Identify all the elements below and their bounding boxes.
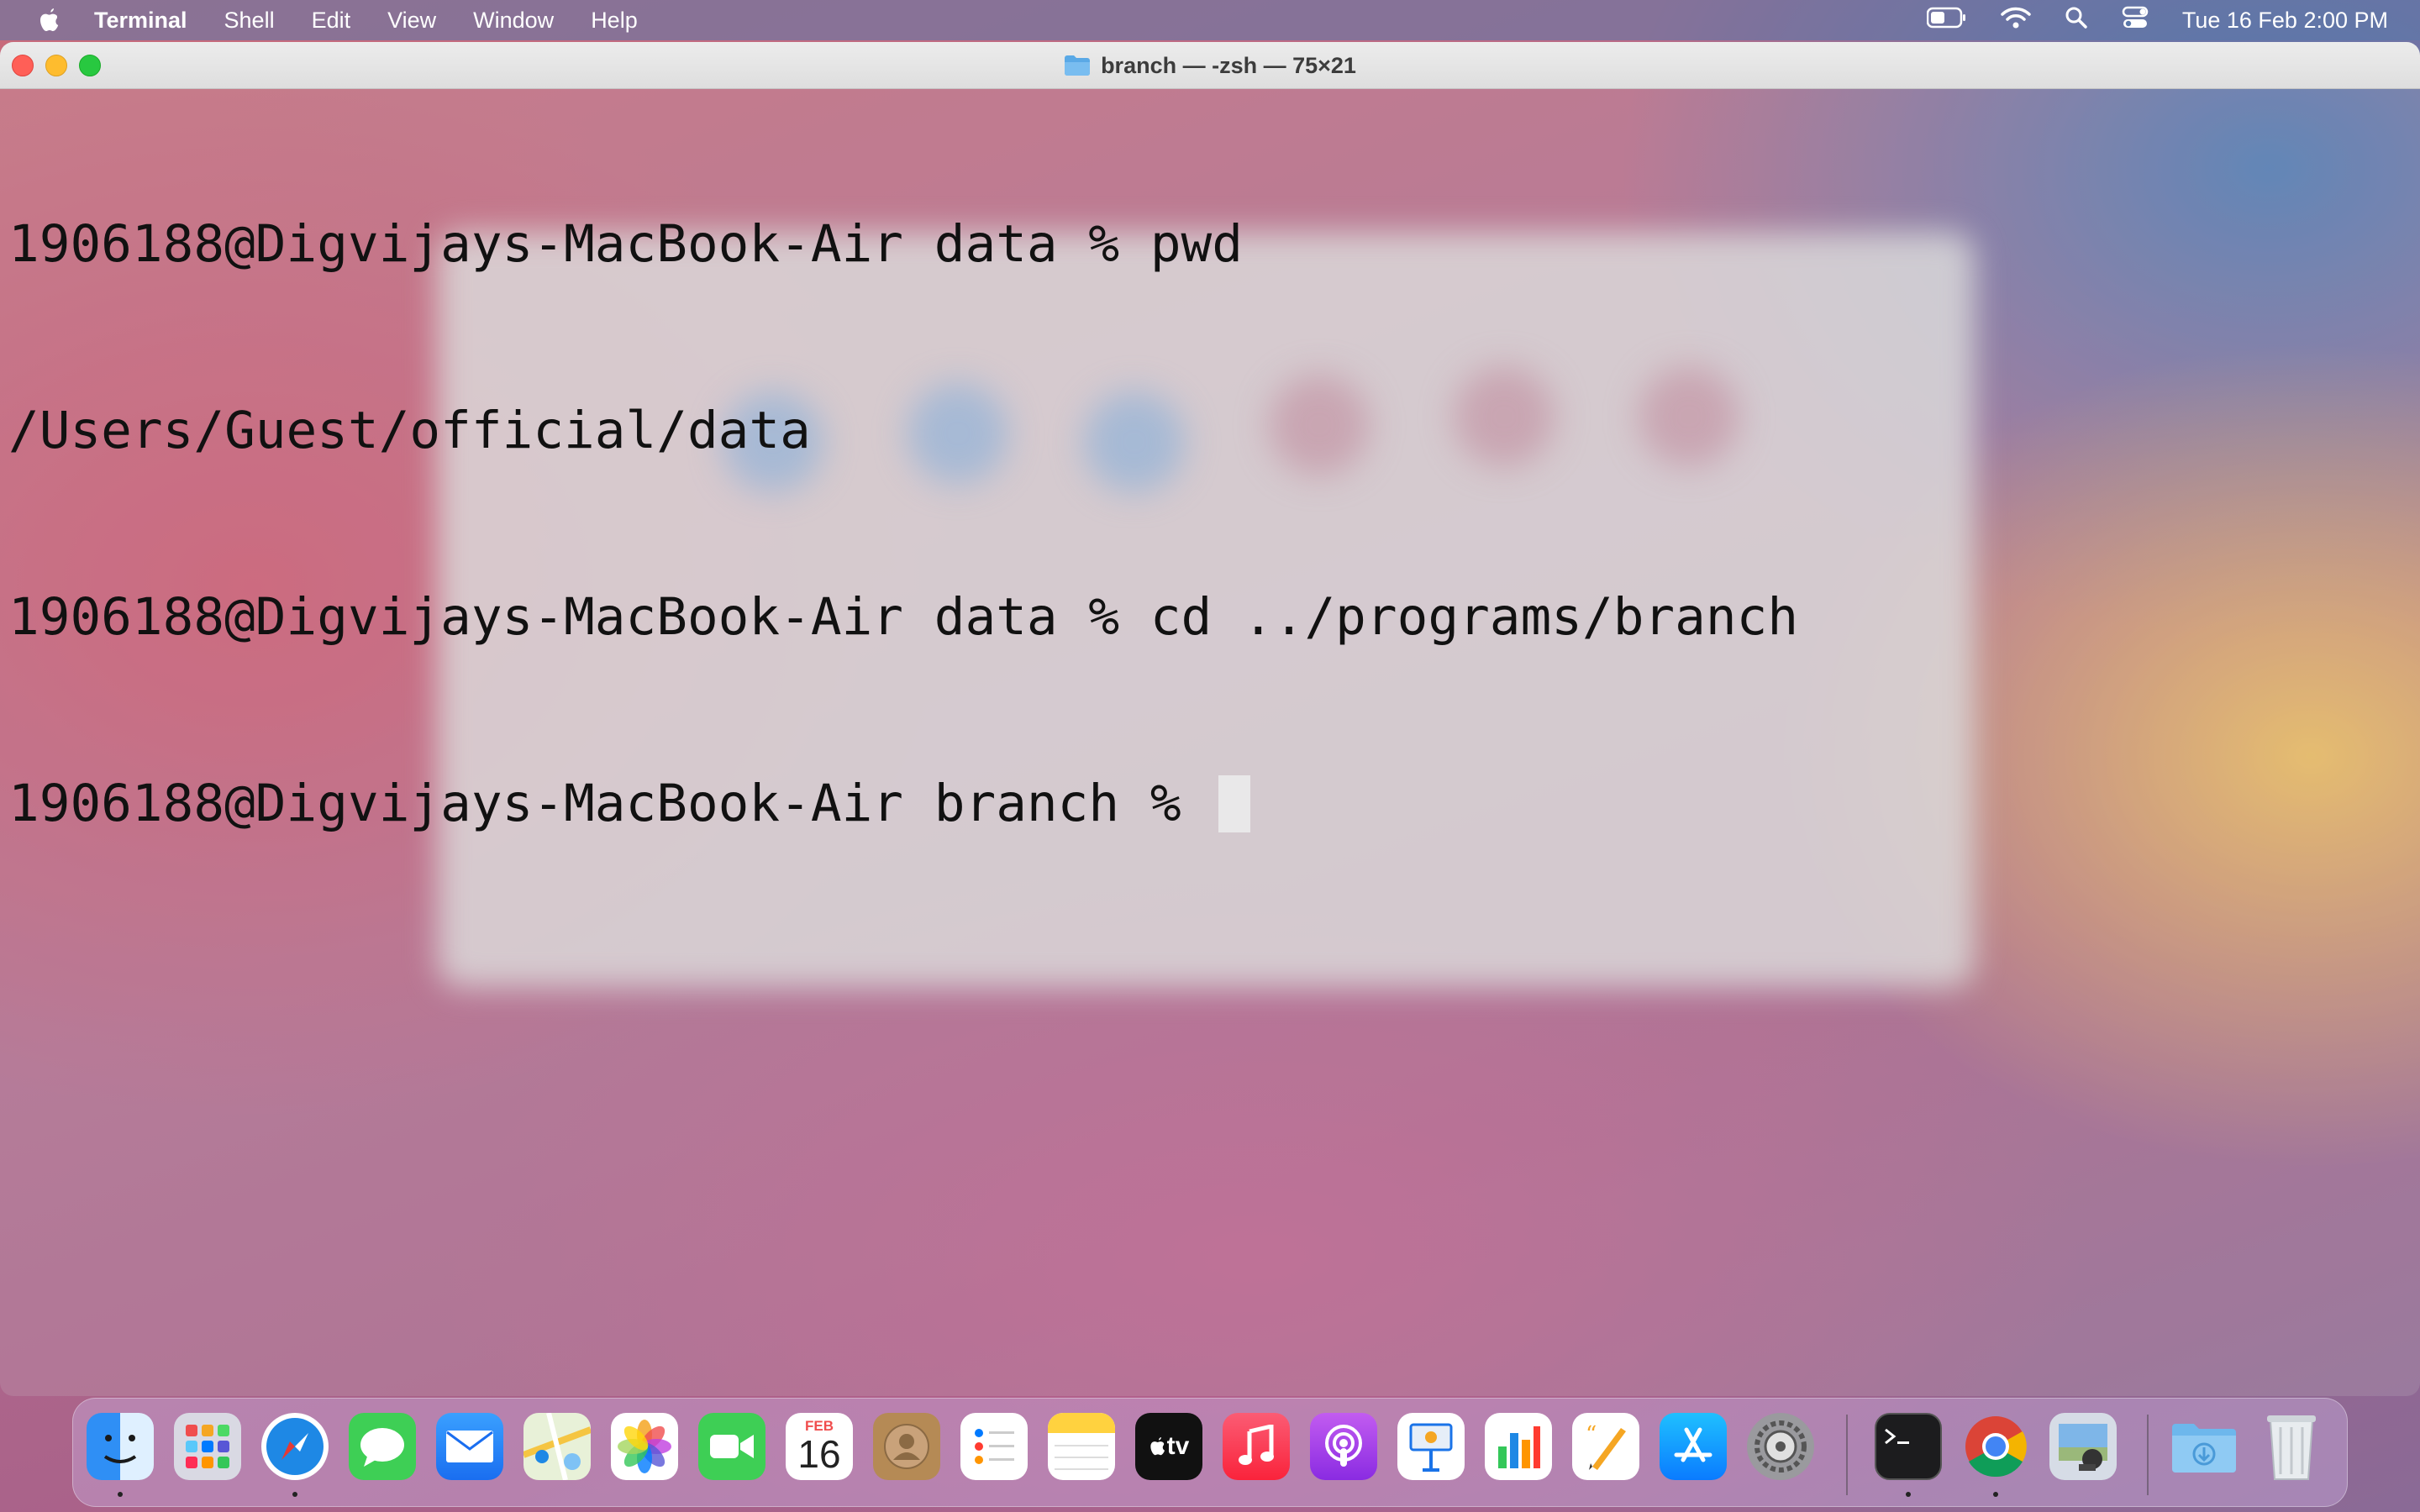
terminal-app-icon[interactable]	[1875, 1413, 1942, 1480]
finder-icon[interactable]	[87, 1413, 154, 1480]
notes-icon[interactable]	[1048, 1413, 1115, 1480]
apple-menu-icon[interactable]	[37, 7, 62, 34]
running-indicator	[292, 1492, 297, 1497]
pages-icon[interactable]: “	[1572, 1413, 1639, 1480]
control-center-icon[interactable]	[2122, 6, 2149, 35]
spotlight-search-icon[interactable]	[2065, 6, 2088, 35]
menu-window[interactable]: Window	[473, 8, 554, 34]
mail-icon[interactable]	[436, 1413, 503, 1480]
menu-edit[interactable]: Edit	[312, 8, 351, 34]
podcasts-icon[interactable]	[1310, 1413, 1377, 1480]
contacts-icon[interactable]	[873, 1413, 940, 1480]
trash-icon[interactable]	[2258, 1406, 2325, 1483]
terminal-prompt-line[interactable]: 1906188@Digvijays-MacBook-Air branch %	[8, 773, 2412, 835]
reminders-icon[interactable]	[960, 1413, 1028, 1480]
menu-app-terminal[interactable]: Terminal	[94, 8, 187, 34]
running-indicator	[1906, 1492, 1911, 1497]
menu-view[interactable]: View	[387, 8, 436, 34]
dock-separator	[2147, 1415, 2149, 1495]
running-indicator	[1993, 1492, 1998, 1497]
dock-separator	[1846, 1415, 1848, 1495]
terminal-window: branch — -zsh — 75×21 1906188@Digvijays-…	[0, 42, 2420, 1396]
menu-shell[interactable]: Shell	[224, 8, 275, 34]
numbers-icon[interactable]	[1485, 1413, 1552, 1480]
apple-tv-icon[interactable]: tv	[1135, 1413, 1202, 1480]
safari-icon[interactable]	[261, 1413, 329, 1480]
facetime-icon[interactable]	[698, 1413, 765, 1480]
window-title: branch — -zsh — 75×21	[0, 42, 2420, 89]
menu-bar-clock[interactable]: Tue 16 Feb 2:00 PM	[2182, 8, 2388, 34]
svg-text:“: “	[1586, 1422, 1597, 1447]
terminal-line: 1906188@Digvijays-MacBook-Air data % cd …	[8, 587, 1799, 647]
text-cursor	[1218, 775, 1251, 832]
preview-icon[interactable]	[2049, 1413, 2117, 1480]
folder-icon	[1064, 55, 1091, 76]
battery-icon[interactable]	[1926, 7, 1967, 34]
system-preferences-icon[interactable]	[1747, 1413, 1814, 1480]
menu-help[interactable]: Help	[591, 8, 638, 34]
messages-icon[interactable]	[349, 1413, 416, 1480]
music-icon[interactable]	[1223, 1413, 1290, 1480]
window-title-text: branch — -zsh — 75×21	[1101, 52, 1356, 78]
calendar-day: 16	[797, 1432, 841, 1476]
chrome-icon[interactable]	[1962, 1413, 2029, 1480]
maps-icon[interactable]	[523, 1413, 591, 1480]
calendar-icon[interactable]: FEB 16	[786, 1413, 853, 1480]
terminal-line: /Users/Guest/official/data	[8, 401, 811, 460]
window-title-bar[interactable]: branch — -zsh — 75×21	[0, 42, 2420, 89]
running-indicator	[118, 1492, 123, 1497]
menu-bar: Terminal Shell Edit View Window Help Tue…	[0, 0, 2420, 40]
wifi-icon[interactable]	[2001, 6, 2031, 35]
apple-tv-label: tv	[1166, 1432, 1190, 1460]
terminal-content[interactable]: 1906188@Digvijays-MacBook-Air data % pwd…	[0, 89, 2420, 1396]
app-store-icon[interactable]	[1660, 1413, 1727, 1480]
downloads-folder-icon[interactable]	[2170, 1413, 2238, 1480]
keynote-icon[interactable]	[1397, 1413, 1465, 1480]
launchpad-icon[interactable]	[174, 1413, 241, 1480]
photos-icon[interactable]	[611, 1413, 678, 1480]
terminal-prompt: 1906188@Digvijays-MacBook-Air branch %	[8, 774, 1213, 833]
terminal-output: 1906188@Digvijays-MacBook-Air data % pwd…	[8, 89, 2412, 959]
terminal-line: 1906188@Digvijays-MacBook-Air data % pwd	[8, 214, 1244, 274]
